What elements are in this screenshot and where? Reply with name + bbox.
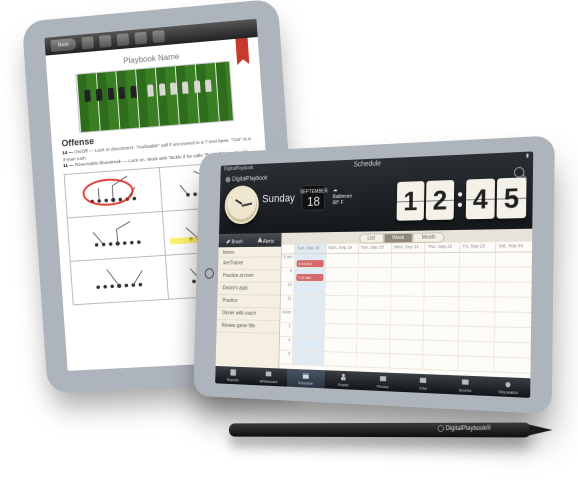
dock-schedule[interactable]: Schedule — [287, 369, 325, 389]
day-header: Sat, Sep 24 — [495, 242, 532, 252]
notes-list: Ike/Trainer Practice at noon Doctor's ap… — [216, 257, 280, 334]
flip-clock: 1 2 4 5 — [397, 177, 527, 220]
tab-list[interactable]: List — [359, 233, 384, 243]
stylus-pen: ◯ DigitalPlaybook® — [229, 423, 532, 438]
week-grid[interactable]: Sun, Sep 18 Mon, Sep 19 Tue, Sep 20 Wed,… — [279, 242, 532, 379]
hour-label: 1 — [280, 323, 293, 336]
hour-label: noon — [280, 309, 293, 322]
play-note-1-num: 14 — — [62, 150, 73, 156]
alerts-label: Alerts — [263, 238, 274, 244]
play-diagram-5[interactable] — [71, 256, 169, 305]
list-item[interactable]: Ike/Trainer — [218, 257, 281, 270]
search-icon[interactable] — [514, 167, 525, 178]
stylus-brand-label: ◯ DigitalPlaybook® — [437, 425, 490, 432]
calendar-event[interactable]: 5:15 AM — [297, 260, 324, 267]
calendar-panel: List Week Month Sun, Sep 18 Mon, Sep 19 … — [279, 229, 532, 379]
dock-label: Whiteboard — [260, 378, 278, 384]
weather-temp: 68° F — [332, 200, 352, 207]
dock-stopwatch[interactable]: Stopwatch — [486, 377, 530, 398]
clock-colon-icon — [456, 192, 464, 207]
hour-rows: 8 am 9 10 11 noon 1 2 3 — [279, 252, 532, 378]
cloud-icon: ☁ — [333, 187, 338, 193]
tab-week[interactable]: Week — [383, 233, 413, 244]
dock-label: Photos — [377, 384, 389, 390]
dock-label: Roster — [338, 382, 349, 388]
dock-reports[interactable]: Reports — [215, 366, 251, 385]
alerts-button[interactable]: Alerts — [250, 235, 282, 244]
day-header: Mon, Sep 19 — [326, 244, 358, 253]
dock-photos[interactable]: Photos — [363, 372, 403, 392]
tablet-schedule: DigitalPlaybook ▮ Schedule DigitalPlaybo… — [197, 140, 551, 410]
hour-label: 8 am — [282, 254, 295, 267]
flip-digit-1: 1 — [397, 181, 425, 221]
dock-label: Film — [419, 385, 427, 391]
notes-heading: Notes — [218, 247, 281, 258]
list-item[interactable]: Doctor's appt. — [217, 283, 280, 296]
hour-label: 10 — [281, 282, 294, 295]
brand-logo-icon — [225, 177, 230, 183]
tab-month[interactable]: Month — [413, 232, 445, 243]
dock-whiteboard[interactable]: Whiteboard — [250, 367, 287, 386]
calendar-event[interactable]: 7:11 AM — [296, 274, 323, 281]
back-button[interactable]: Back — [50, 38, 76, 52]
toolbar-bookmark-icon[interactable] — [134, 32, 147, 45]
list-item[interactable]: Practice — [217, 295, 280, 308]
dock-scores[interactable]: Scores — [444, 375, 487, 396]
home-button[interactable] — [205, 268, 214, 278]
day-header: Tue, Sep 20 — [358, 243, 391, 252]
toolbar-eraser-icon[interactable] — [117, 33, 130, 46]
date-weather-panel: Sunday SEPTEMBER 18 ☁ Baltimore 68° F — [262, 184, 352, 212]
dock-roster[interactable]: Roster — [324, 370, 363, 390]
toolbar-pen-icon[interactable] — [81, 36, 94, 49]
play-diagram-1[interactable] — [65, 168, 163, 218]
hour-label: 11 — [281, 296, 294, 309]
notes-panel: Brush Alerts Notes Ike/Trainer Practice … — [216, 233, 283, 369]
day-header: Wed, Sep 21 — [391, 243, 425, 253]
app-brand: DigitalPlaybook — [225, 175, 267, 183]
stylus-brand-text: DigitalPlaybook® — [446, 426, 491, 432]
analog-clock-icon — [224, 185, 259, 224]
flip-digit-4: 5 — [497, 177, 527, 218]
dock-label: Stopwatch — [498, 389, 518, 395]
flip-digit-3: 4 — [466, 178, 495, 219]
brush-label: Brush — [232, 239, 243, 245]
play-note-2-num: 11 — — [63, 163, 74, 169]
date-day: 18 — [307, 194, 320, 207]
brush-button[interactable]: Brush — [219, 236, 250, 245]
toolbar-highlighter-icon[interactable] — [99, 35, 112, 48]
day-header: Fri, Sep 23 — [459, 242, 495, 252]
flip-digit-2: 2 — [426, 180, 454, 220]
schedule-screen: DigitalPlaybook ▮ Schedule DigitalPlaybo… — [215, 151, 533, 397]
hour-label: 9 — [281, 268, 294, 281]
list-item[interactable]: Practice at noon — [218, 270, 281, 283]
weekday-label: Sunday — [262, 193, 295, 206]
dock-film[interactable]: Film — [403, 373, 444, 394]
play-diagram-3[interactable] — [68, 212, 166, 262]
day-header: Sun, Sep 18 — [294, 244, 326, 253]
dock-label: Scores — [459, 387, 472, 393]
dock-label: Schedule — [298, 380, 313, 386]
list-item[interactable]: Dinner with coach — [217, 307, 280, 321]
hour-label: 2 — [280, 337, 293, 350]
date-box: SEPTEMBER 18 — [302, 185, 326, 211]
schedule-body: Brush Alerts Notes Ike/Trainer Practice … — [216, 229, 533, 379]
list-item[interactable]: Review game film — [216, 320, 279, 334]
dock-label: Reports — [227, 377, 239, 382]
toolbar-list-icon[interactable] — [152, 30, 165, 43]
day-header: Thu, Sep 22 — [425, 242, 460, 252]
hour-label: 3 — [279, 351, 292, 364]
weather-block: ☁ Baltimore 68° F — [332, 187, 352, 207]
schedule-header: DigitalPlaybook ▮ Schedule DigitalPlaybo… — [219, 151, 533, 234]
brand-text: DigitalPlaybook — [232, 176, 267, 183]
notes-panel-header: Brush Alerts — [219, 233, 282, 247]
play-photo — [76, 61, 234, 133]
